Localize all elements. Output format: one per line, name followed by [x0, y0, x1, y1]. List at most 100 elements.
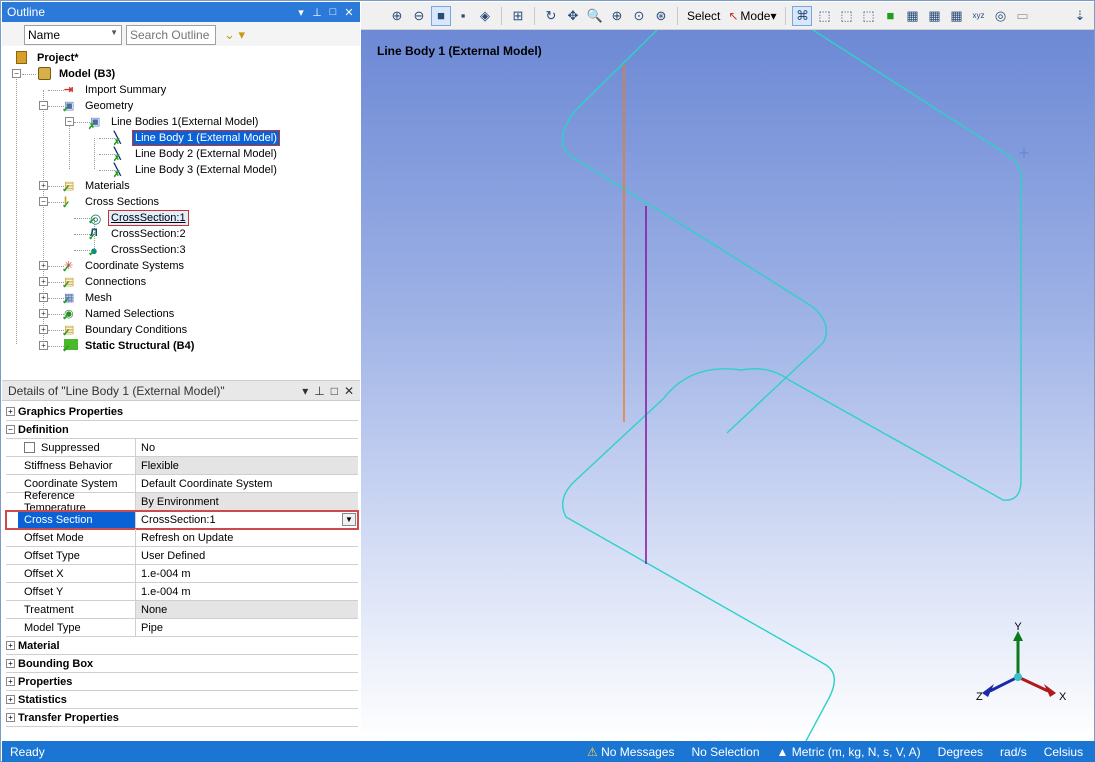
- expand-icon[interactable]: +: [6, 677, 15, 686]
- select-face-icon[interactable]: ⬚: [836, 6, 856, 26]
- group-transfer-properties[interactable]: + Transfer Properties: [6, 709, 358, 727]
- maximize-icon[interactable]: □: [331, 384, 338, 398]
- tree-node[interactable]: Model (B3): [38, 66, 117, 82]
- select-mesh-icon[interactable]: ▦: [946, 6, 966, 26]
- expand-icon[interactable]: +: [6, 659, 15, 668]
- group-statistics[interactable]: + Statistics: [6, 691, 358, 709]
- select-vertex-icon[interactable]: ⌘: [792, 5, 813, 26]
- detail-row[interactable]: Cross Section CrossSection:1 ▼: [5, 510, 359, 530]
- detail-value[interactable]: Pipe: [136, 619, 358, 636]
- close-icon[interactable]: ✕: [343, 6, 355, 19]
- temperature-unit[interactable]: Celsius: [1044, 745, 1083, 759]
- tree-node[interactable]: ╲ ✗ Line Body 1 (External Model): [113, 130, 280, 147]
- detail-value[interactable]: Default Coordinate System: [136, 475, 358, 492]
- detail-value[interactable]: Refresh on Update: [136, 529, 358, 546]
- label-icon[interactable]: ▭: [1012, 6, 1032, 26]
- tree-node[interactable]: ▤ ✓ Boundary Conditions: [62, 322, 189, 339]
- expand-icon[interactable]: +: [39, 261, 48, 270]
- tree-node[interactable]: I ✓ Cross Sections: [62, 194, 161, 211]
- group-material[interactable]: + Material: [6, 637, 358, 655]
- select-node-icon[interactable]: ■: [880, 6, 900, 26]
- expand-icon[interactable]: +: [39, 325, 48, 334]
- magnifier-icon[interactable]: ⊛: [651, 6, 671, 26]
- pane-menu-icon[interactable]: ▾: [302, 384, 308, 398]
- detail-value[interactable]: 1.e-004 m: [136, 565, 358, 582]
- detail-value[interactable]: None: [136, 601, 358, 618]
- tree-node[interactable]: ● ✓ CrossSection:3: [88, 242, 188, 259]
- detail-value[interactable]: CrossSection:1: [136, 511, 358, 528]
- toolbar-overflow-icon[interactable]: ⇣: [1070, 6, 1090, 26]
- collapse-icon[interactable]: −: [6, 425, 15, 434]
- tree-node[interactable]: ▦ ✓ Mesh: [62, 290, 114, 307]
- tree-node[interactable]: ╲ ✗ Line Body 3 (External Model): [113, 162, 279, 179]
- detail-value[interactable]: 1.e-004 m: [136, 583, 358, 600]
- tree-node[interactable]: Л ✓ CrossSection:2: [88, 226, 188, 243]
- name-filter-combo[interactable]: Name ▼: [24, 25, 122, 45]
- collapse-icon[interactable]: −: [39, 101, 48, 110]
- angular-velocity-unit[interactable]: rad/s: [1000, 745, 1027, 759]
- collapse-icon[interactable]: −: [12, 69, 21, 78]
- tree-node[interactable]: ▤ ✓ Connections: [62, 274, 148, 291]
- expand-icon[interactable]: +: [6, 407, 15, 416]
- zoom-out-icon[interactable]: ⊖: [409, 6, 429, 26]
- detail-row[interactable]: Offset Y 1.e-004 m: [6, 583, 358, 601]
- dropdown-arrow-icon[interactable]: ▼: [342, 513, 356, 526]
- display-style-icon[interactable]: ◈: [475, 6, 495, 26]
- tree-node[interactable]: ✓ Static Structural (B4): [62, 338, 196, 355]
- pin-icon[interactable]: ⊥: [311, 6, 323, 19]
- group-bounding-box[interactable]: + Bounding Box: [6, 655, 358, 673]
- tree-node[interactable]: ▣ ✓ Geometry: [62, 98, 135, 115]
- pan-icon[interactable]: ✥: [563, 6, 583, 26]
- zoom-icon[interactable]: 🔍: [585, 6, 605, 26]
- expand-icon[interactable]: +: [6, 695, 15, 704]
- tree-node[interactable]: ▤ ✓ Materials: [62, 178, 132, 195]
- select-button[interactable]: Select: [684, 9, 723, 23]
- mode-button[interactable]: ↖ Mode ▾: [725, 9, 779, 23]
- select-element-icon[interactable]: ▦: [924, 6, 944, 26]
- detail-value[interactable]: No: [136, 439, 358, 456]
- select-edge-icon[interactable]: ⬚: [814, 6, 834, 26]
- detail-row[interactable]: Model Type Pipe: [6, 619, 358, 637]
- zoom-in-icon[interactable]: ⊕: [387, 6, 407, 26]
- detail-row[interactable]: Offset Mode Refresh on Update: [6, 529, 358, 547]
- pane-menu-icon[interactable]: ▾: [295, 6, 307, 19]
- group-definition[interactable]: − Definition: [6, 421, 358, 439]
- group-properties[interactable]: + Properties: [6, 673, 358, 691]
- expand-icon[interactable]: +: [39, 309, 48, 318]
- messages-indicator[interactable]: ⚠ No Messages: [587, 745, 674, 759]
- suppressed-checkbox[interactable]: [24, 442, 35, 453]
- detail-row[interactable]: Reference Temperature By Environment: [6, 490, 358, 514]
- box-zoom-icon[interactable]: ⊕: [607, 6, 627, 26]
- pin-icon[interactable]: ⊥: [314, 384, 324, 398]
- expand-icon[interactable]: +: [39, 181, 48, 190]
- tree-node[interactable]: ◎ ✓ CrossSection:1: [88, 210, 189, 227]
- expand-icon[interactable]: +: [39, 293, 48, 302]
- expand-icon[interactable]: +: [6, 713, 15, 722]
- graphics-viewport[interactable]: Line Body 1 (External Model) Y X Z: [361, 30, 1094, 741]
- detail-value[interactable]: Flexible: [136, 457, 358, 474]
- detail-row[interactable]: Offset X 1.e-004 m: [6, 565, 358, 583]
- tree-node[interactable]: Project*: [16, 50, 81, 66]
- tree-node[interactable]: ✳ ✓ Coordinate Systems: [62, 258, 186, 275]
- close-icon[interactable]: ✕: [344, 384, 354, 398]
- detail-value[interactable]: User Defined: [136, 547, 358, 564]
- detail-row[interactable]: Stiffness Behavior Flexible: [6, 457, 358, 475]
- wireframe-view-icon[interactable]: ▪: [453, 6, 473, 26]
- section-plane-icon[interactable]: ⊞: [508, 6, 528, 26]
- shaded-view-icon[interactable]: ■: [431, 5, 451, 26]
- tree-node[interactable]: ▣ ✗ Line Bodies 1(External Model): [88, 114, 260, 131]
- detail-row[interactable]: Treatment None: [6, 601, 358, 619]
- unit-system[interactable]: ▲ Metric (m, kg, N, s, V, A): [777, 745, 921, 759]
- tree-node[interactable]: ╲ ✗ Line Body 2 (External Model): [113, 146, 279, 163]
- angle-unit[interactable]: Degrees: [938, 745, 983, 759]
- detail-value[interactable]: By Environment: [136, 493, 358, 510]
- rotate-icon[interactable]: ↻: [541, 6, 561, 26]
- collapse-icon[interactable]: −: [39, 197, 48, 206]
- expand-icon[interactable]: +: [39, 341, 48, 350]
- search-options-icon[interactable]: ⌄ ▾: [224, 27, 245, 43]
- zoom-to-fit-icon[interactable]: ⊙: [629, 6, 649, 26]
- collapse-icon[interactable]: −: [65, 117, 74, 126]
- tree-node[interactable]: ◉ ✓ Named Selections: [62, 306, 176, 323]
- detail-row[interactable]: Suppressed No: [6, 439, 358, 457]
- coordinate-label-icon[interactable]: xyz: [968, 6, 988, 26]
